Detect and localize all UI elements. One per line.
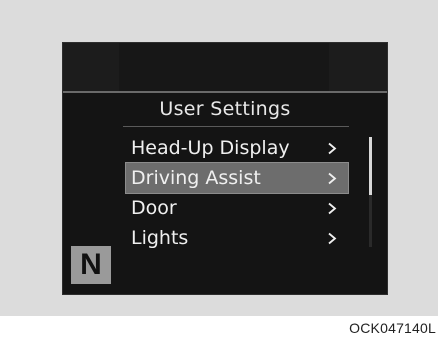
display-divider xyxy=(63,91,387,93)
menu-item-lights[interactable]: Lights xyxy=(126,223,348,253)
menu-item-label: Head-Up Display xyxy=(131,137,290,159)
menu-item-label: Driving Assist xyxy=(131,167,261,189)
figure-code: OCK047140L xyxy=(349,320,436,336)
display-top-band xyxy=(63,43,387,91)
menu-item-driving-assist[interactable]: Driving Assist xyxy=(125,162,349,194)
chevron-right-icon xyxy=(327,163,339,193)
menu-item-head-up-display[interactable]: Head-Up Display xyxy=(126,133,348,163)
figure-frame: User Settings Head-Up Display Driving As… xyxy=(0,0,438,316)
page-title: User Settings xyxy=(159,98,291,120)
menu-item-label: Door xyxy=(131,197,177,219)
menu-rule xyxy=(123,126,349,127)
chevron-right-icon xyxy=(327,133,339,163)
cluster-display: User Settings Head-Up Display Driving As… xyxy=(62,42,388,295)
menu-scrollbar-thumb[interactable] xyxy=(369,137,372,195)
display-top-band-inner xyxy=(119,43,329,91)
menu-item-door[interactable]: Door xyxy=(126,193,348,223)
gear-indicator: N xyxy=(71,246,111,284)
chevron-right-icon xyxy=(327,223,339,253)
chevron-right-icon xyxy=(327,193,339,223)
menu-scrollbar[interactable] xyxy=(369,137,372,247)
settings-menu: Head-Up Display Driving Assist Door Ligh… xyxy=(125,133,349,253)
menu-item-label: Lights xyxy=(131,227,189,249)
